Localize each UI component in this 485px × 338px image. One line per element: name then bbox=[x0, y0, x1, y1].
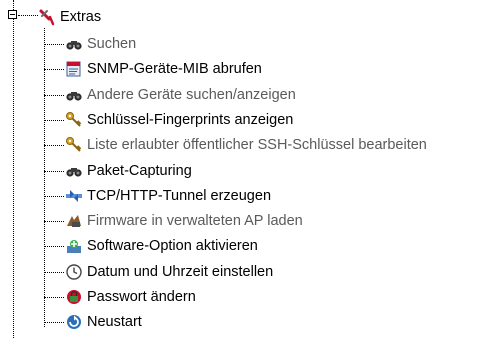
binoculars-icon bbox=[66, 168, 82, 177]
key-icon bbox=[66, 137, 82, 152]
tree-guide-line bbox=[44, 120, 64, 121]
tree-guide-line bbox=[44, 322, 64, 323]
tree-node-label: SNMP-Geräte-MIB abrufen bbox=[87, 61, 262, 77]
tree-node-item[interactable]: TCP/HTTP-Tunnel erzeugen bbox=[65, 185, 271, 207]
tree-node-label: Andere Geräte suchen/anzeigen bbox=[87, 87, 296, 103]
tree-guide-line bbox=[44, 246, 64, 247]
mib-document-icon bbox=[66, 61, 81, 77]
tree-guide-line bbox=[44, 28, 45, 327]
tree-guide-line bbox=[44, 145, 64, 146]
tree-node-item[interactable]: Datum und Uhrzeit einstellen bbox=[65, 261, 273, 283]
key-icon bbox=[66, 112, 82, 127]
tree-node-item[interactable]: SNMP-Geräte-MIB abrufen bbox=[65, 58, 262, 80]
tree-guide-line bbox=[44, 297, 64, 298]
tree-node-label: Extras bbox=[60, 9, 102, 25]
tree-node-extras[interactable]: Extras bbox=[38, 6, 101, 28]
tree-node-label: Paket-Capturing bbox=[87, 163, 192, 179]
tree-guide-line bbox=[44, 272, 64, 273]
tree-guide-line bbox=[44, 221, 64, 222]
software-option-icon bbox=[67, 240, 81, 253]
tree-guide-line bbox=[44, 171, 64, 172]
tree-node-item[interactable]: Passwort ändern bbox=[65, 286, 196, 308]
clock-icon bbox=[66, 264, 82, 280]
tree-node-label: Liste erlaubter öffentlicher SSH-Schlüss… bbox=[87, 137, 427, 153]
tree-node-item[interactable]: Firmware in verwalteten AP laden bbox=[65, 210, 303, 232]
tree-guide-line bbox=[18, 15, 38, 16]
tree-node-label: TCP/HTTP-Tunnel erzeugen bbox=[87, 188, 272, 204]
tree-node-item[interactable]: Software-Option aktivieren bbox=[65, 235, 258, 257]
binoculars-icon bbox=[66, 92, 82, 101]
firmware-icon bbox=[67, 215, 81, 227]
tree-node-label: Neustart bbox=[87, 314, 142, 330]
tree-node-item[interactable]: Suchen bbox=[65, 33, 136, 55]
extras-tree: Extras Suchen SNMP-Geräte-MIB abrufen Ande… bbox=[0, 0, 485, 338]
tree-node-label: Datum und Uhrzeit einstellen bbox=[87, 264, 274, 280]
tree-guide-line bbox=[44, 95, 64, 96]
tree-node-item[interactable]: Paket-Capturing bbox=[65, 160, 192, 182]
binoculars-icon bbox=[66, 41, 82, 50]
tree-node-label: Suchen bbox=[87, 36, 137, 52]
tree-node-item[interactable]: Andere Geräte suchen/anzeigen bbox=[65, 84, 296, 106]
network-tunnel-icon bbox=[66, 190, 82, 202]
password-icon bbox=[67, 290, 81, 304]
tree-node-label: Software-Option aktivieren bbox=[87, 238, 258, 254]
tree-node-item[interactable]: Schlüssel-Fingerprints anzeigen bbox=[65, 109, 293, 131]
tree-guide-line bbox=[44, 196, 64, 197]
tree-guide-line bbox=[13, 0, 14, 338]
tree-guide-line bbox=[44, 44, 64, 45]
collapse-toggle[interactable] bbox=[8, 10, 17, 19]
tools-icon bbox=[39, 9, 55, 26]
tree-node-label: Passwort ändern bbox=[87, 289, 196, 305]
tree-node-label: Firmware in verwalteten AP laden bbox=[87, 213, 303, 229]
tree-node-item[interactable]: Liste erlaubter öffentlicher SSH-Schlüss… bbox=[65, 134, 427, 156]
tree-node-label: Schlüssel-Fingerprints anzeigen bbox=[87, 112, 294, 128]
tree-node-item[interactable]: Neustart bbox=[65, 311, 142, 333]
restart-icon bbox=[67, 315, 81, 329]
tree-guide-line bbox=[44, 69, 64, 70]
